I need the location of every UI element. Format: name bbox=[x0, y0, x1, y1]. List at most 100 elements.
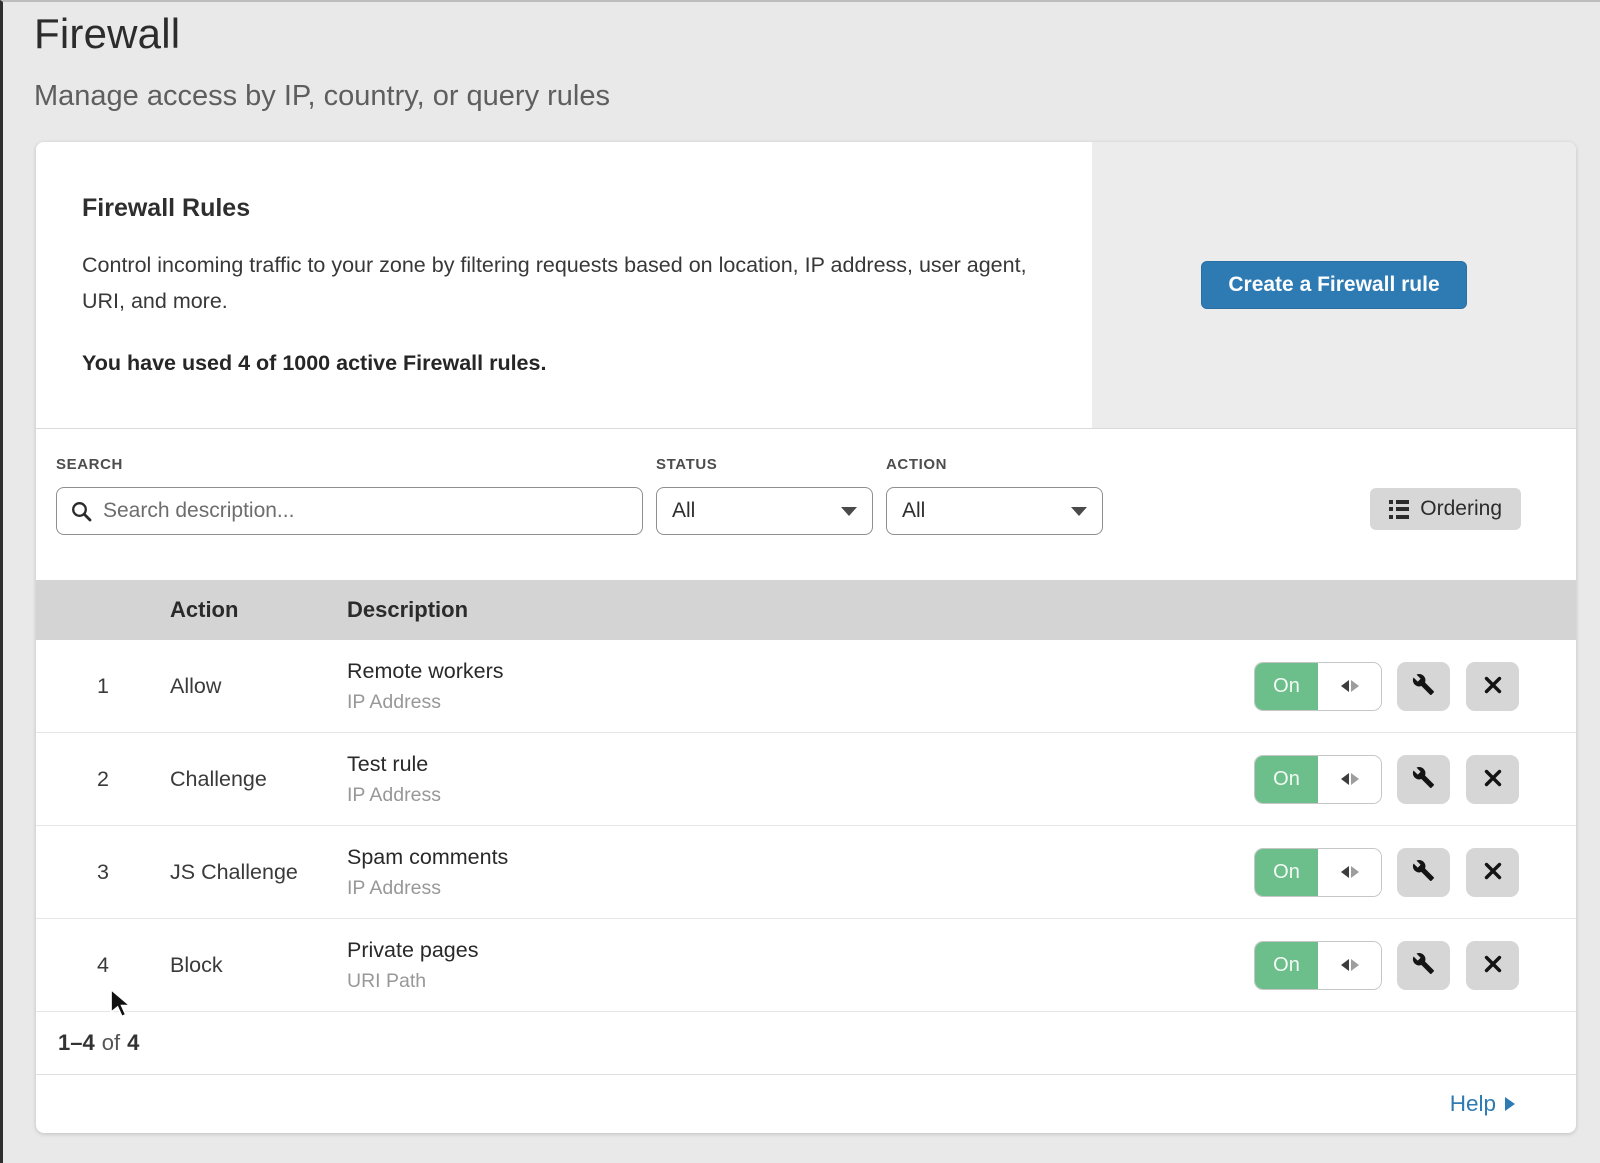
chevron-down-icon bbox=[841, 507, 857, 516]
triangle-right-icon bbox=[1351, 680, 1359, 692]
rule-priority: 2 bbox=[36, 767, 170, 792]
status-filter: STATUS All bbox=[656, 456, 873, 580]
rule-controls: On bbox=[1255, 662, 1576, 711]
toggle-handle bbox=[1318, 663, 1381, 710]
rule-controls: On bbox=[1255, 755, 1576, 804]
rule-priority: 4 bbox=[36, 953, 170, 978]
rule-action: JS Challenge bbox=[170, 860, 347, 885]
rule-enabled-toggle[interactable]: On bbox=[1255, 756, 1381, 803]
toggle-handle bbox=[1318, 942, 1381, 989]
close-icon bbox=[1482, 674, 1504, 699]
intro-heading: Firewall Rules bbox=[82, 194, 1046, 223]
status-label: STATUS bbox=[656, 456, 873, 473]
edit-rule-button[interactable] bbox=[1397, 755, 1450, 804]
pagination-separator: of bbox=[102, 1030, 120, 1056]
action-filter: ACTION All bbox=[886, 456, 1103, 580]
rule-match-type: URI Path bbox=[347, 970, 1255, 993]
rule-match-type: IP Address bbox=[347, 691, 1255, 714]
rule-description-title: Test rule bbox=[347, 752, 1255, 777]
edit-rule-button[interactable] bbox=[1397, 848, 1450, 897]
filters-section: SEARCH STATUS All ACTION All bbox=[36, 429, 1576, 580]
action-label: ACTION bbox=[886, 456, 1103, 473]
close-icon bbox=[1482, 953, 1504, 978]
delete-rule-button[interactable] bbox=[1466, 941, 1519, 990]
action-select[interactable]: All bbox=[886, 487, 1103, 535]
delete-rule-button[interactable] bbox=[1466, 662, 1519, 711]
search-box bbox=[56, 487, 643, 535]
rule-description-title: Private pages bbox=[347, 938, 1255, 963]
triangle-left-icon bbox=[1341, 680, 1349, 692]
delete-rule-button[interactable] bbox=[1466, 848, 1519, 897]
firewall-rules-card: Firewall Rules Control incoming traffic … bbox=[36, 142, 1576, 1133]
rule-priority: 3 bbox=[36, 860, 170, 885]
table-header: Action Description bbox=[36, 580, 1576, 640]
wrench-icon bbox=[1412, 766, 1435, 792]
create-firewall-rule-button[interactable]: Create a Firewall rule bbox=[1201, 261, 1466, 309]
toggle-on-label: On bbox=[1255, 663, 1318, 710]
wrench-icon bbox=[1412, 859, 1435, 885]
pagination-range: 1–4 bbox=[58, 1030, 95, 1056]
table-row: 2 Challenge Test rule IP Address On bbox=[36, 733, 1576, 826]
rule-controls: On bbox=[1255, 848, 1576, 897]
column-description: Description bbox=[347, 597, 1576, 623]
rule-description: Spam comments IP Address bbox=[347, 845, 1255, 900]
close-icon bbox=[1482, 860, 1504, 885]
rule-priority: 1 bbox=[36, 674, 170, 699]
rule-match-type: IP Address bbox=[347, 877, 1255, 900]
table-row: 3 JS Challenge Spam comments IP Address … bbox=[36, 826, 1576, 919]
rule-action: Block bbox=[170, 953, 347, 978]
rule-enabled-toggle[interactable]: On bbox=[1255, 663, 1381, 710]
pagination: 1–4 of 4 bbox=[36, 1012, 1576, 1075]
wrench-icon bbox=[1412, 952, 1435, 978]
rule-controls: On bbox=[1255, 941, 1576, 990]
table-row: 1 Allow Remote workers IP Address On bbox=[36, 640, 1576, 733]
edit-rule-button[interactable] bbox=[1397, 941, 1450, 990]
status-select[interactable]: All bbox=[656, 487, 873, 535]
toggle-on-label: On bbox=[1255, 849, 1318, 896]
close-icon bbox=[1482, 767, 1504, 792]
create-rule-panel: Create a Firewall rule bbox=[1092, 142, 1576, 428]
rule-description: Remote workers IP Address bbox=[347, 659, 1255, 714]
status-selected-value: All bbox=[672, 499, 841, 523]
pagination-total: 4 bbox=[127, 1030, 139, 1056]
rule-description: Private pages URI Path bbox=[347, 938, 1255, 993]
delete-rule-button[interactable] bbox=[1466, 755, 1519, 804]
triangle-right-icon bbox=[1351, 773, 1359, 785]
rule-description-title: Spam comments bbox=[347, 845, 1255, 870]
edit-rule-button[interactable] bbox=[1397, 662, 1450, 711]
rule-enabled-toggle[interactable]: On bbox=[1255, 942, 1381, 989]
search-filter: SEARCH bbox=[56, 456, 643, 580]
triangle-left-icon bbox=[1341, 959, 1349, 971]
help-link-label: Help bbox=[1450, 1091, 1496, 1117]
usage-summary: You have used 4 of 1000 active Firewall … bbox=[82, 351, 1046, 376]
search-label: SEARCH bbox=[56, 456, 643, 473]
intro-section: Firewall Rules Control incoming traffic … bbox=[36, 142, 1576, 429]
triangle-right-icon bbox=[1351, 866, 1359, 878]
intro-text-panel: Firewall Rules Control incoming traffic … bbox=[36, 142, 1092, 428]
page-header: Firewall Manage access by IP, country, o… bbox=[3, 2, 1600, 113]
toggle-on-label: On bbox=[1255, 756, 1318, 803]
card-footer: Help bbox=[36, 1075, 1576, 1133]
toggle-handle bbox=[1318, 849, 1381, 896]
wrench-icon bbox=[1412, 673, 1435, 699]
column-action: Action bbox=[170, 597, 347, 623]
triangle-right-icon bbox=[1505, 1097, 1515, 1111]
triangle-left-icon bbox=[1341, 866, 1349, 878]
rule-match-type: IP Address bbox=[347, 784, 1255, 807]
page-subtitle: Manage access by IP, country, or query r… bbox=[34, 80, 1600, 113]
action-selected-value: All bbox=[902, 499, 1071, 523]
ordering-button-label: Ordering bbox=[1420, 497, 1502, 521]
table-row: 4 Block Private pages URI Path On bbox=[36, 919, 1576, 1012]
rule-action: Allow bbox=[170, 674, 347, 699]
rule-description: Test rule IP Address bbox=[347, 752, 1255, 807]
toggle-on-label: On bbox=[1255, 942, 1318, 989]
triangle-right-icon bbox=[1351, 959, 1359, 971]
rule-description-title: Remote workers bbox=[347, 659, 1255, 684]
ordering-button[interactable]: Ordering bbox=[1370, 488, 1521, 530]
help-link[interactable]: Help bbox=[1450, 1091, 1515, 1117]
triangle-left-icon bbox=[1341, 773, 1349, 785]
search-icon bbox=[69, 499, 93, 528]
search-input[interactable] bbox=[56, 487, 643, 535]
rule-enabled-toggle[interactable]: On bbox=[1255, 849, 1381, 896]
list-icon bbox=[1389, 500, 1409, 519]
